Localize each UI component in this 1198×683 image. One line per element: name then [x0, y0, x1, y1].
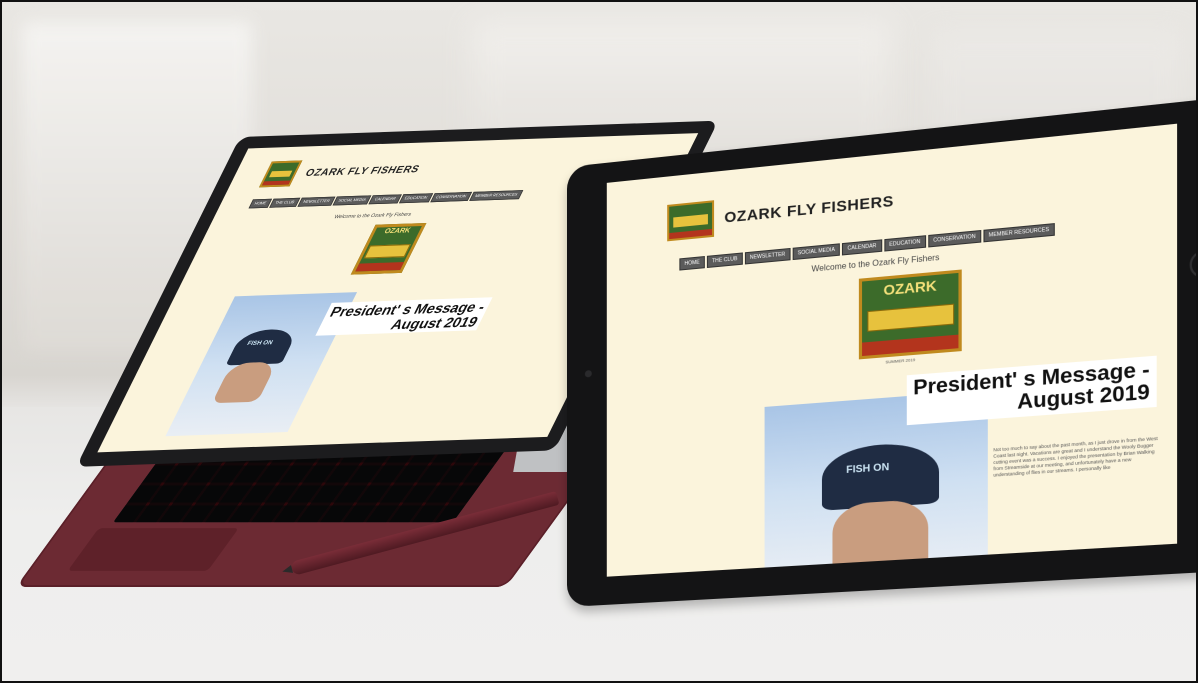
- site-title[interactable]: OZARK FLY FISHERS: [724, 192, 893, 226]
- site-logo[interactable]: [667, 200, 714, 241]
- home-button: [1190, 248, 1198, 279]
- site-header: OZARK FLY FISHERS: [259, 156, 425, 187]
- nav-newsletter[interactable]: NEWSLETTER: [745, 248, 791, 265]
- post-body: Not too much to say about the past month…: [993, 436, 1160, 479]
- nav-education[interactable]: EDUCATION: [884, 235, 926, 251]
- face: [832, 499, 928, 577]
- nav-education[interactable]: EDUCATION: [399, 193, 433, 203]
- nav-conservation[interactable]: CONSERVATION: [928, 230, 981, 248]
- nav-the-club[interactable]: THE CLUB: [707, 252, 743, 268]
- site-title[interactable]: OZARK FLY FISHERS: [303, 164, 421, 179]
- nav-calendar[interactable]: CALENDAR: [369, 194, 402, 204]
- welcome-text: Welcome to the Ozark Fly Fishers: [333, 212, 413, 221]
- nav-newsletter[interactable]: NEWSLETTER: [297, 197, 335, 207]
- site-logo[interactable]: [259, 160, 302, 187]
- nav-calendar[interactable]: CALENDAR: [842, 239, 881, 255]
- nav-social-media[interactable]: SOCIAL MEDIA: [793, 243, 841, 260]
- face: [212, 362, 278, 404]
- ipad-screen: OZARK FLY FISHERS HOME THE CLUB NEWSLETT…: [607, 124, 1177, 577]
- main-nav: HOME THE CLUB NEWSLETTER SOCIAL MEDIA CA…: [249, 190, 524, 208]
- cap-text: FISH ON: [246, 340, 274, 347]
- nav-member-resources[interactable]: MEMBER RESOURCES: [983, 223, 1054, 242]
- cap: [822, 441, 939, 511]
- post-title[interactable]: President' s Message - August 2019: [315, 297, 493, 336]
- photo-frame: OZARK FLY FISHERS HOME THE CLUB NEWSLETT…: [0, 0, 1198, 683]
- emblem-text: OZARK: [862, 275, 958, 300]
- nav-social-media[interactable]: SOCIAL MEDIA: [332, 195, 371, 205]
- front-camera: [585, 370, 592, 378]
- post-title[interactable]: President' s Message - August 2019: [907, 356, 1157, 426]
- site-header: OZARK FLY FISHERS: [667, 182, 894, 241]
- club-emblem: OZARK: [351, 223, 427, 275]
- nav-conservation[interactable]: CONSERVATION: [430, 192, 472, 202]
- cap: [226, 329, 299, 366]
- trackpad: [68, 528, 239, 571]
- nav-home[interactable]: HOME: [679, 256, 704, 271]
- emblem-text: OZARK: [373, 227, 421, 236]
- nav-the-club[interactable]: THE CLUB: [269, 198, 300, 208]
- ipad-tablet: OZARK FLY FISHERS HOME THE CLUB NEWSLETT…: [567, 96, 1198, 607]
- nav-member-resources[interactable]: MEMBER RESOURCES: [469, 190, 523, 201]
- post-meta: SUMMER 2019: [885, 357, 915, 365]
- club-emblem: OZARK: [859, 269, 962, 359]
